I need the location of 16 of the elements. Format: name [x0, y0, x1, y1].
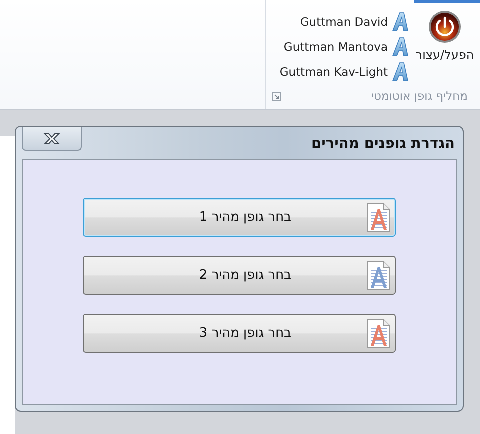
- dialog-title: הגדרת גופנים מהירים: [312, 135, 456, 152]
- font-item[interactable]: Guttman Kav-Light: [280, 62, 410, 82]
- font-item[interactable]: Guttman David: [280, 12, 410, 32]
- close-button[interactable]: [22, 127, 82, 151]
- font-a-icon: [392, 37, 410, 57]
- power-button[interactable]: הפעל/עצור: [410, 6, 480, 89]
- dialog-launcher-icon[interactable]: [272, 92, 281, 100]
- font-a-icon: [392, 62, 410, 82]
- font-a-icon: [392, 12, 410, 32]
- close-icon: [43, 132, 61, 144]
- quick-font-button[interactable]: בחר גופן מהיר 2: [83, 256, 396, 295]
- quick-font-button[interactable]: בחר גופן מהיר 3: [83, 314, 396, 353]
- quick-font-button[interactable]: בחר גופן מהיר 1: [83, 198, 396, 237]
- font-item[interactable]: Guttman Mantova: [280, 37, 410, 57]
- power-icon: [428, 10, 462, 44]
- group-label: מחליף גופן אוטומטי: [371, 89, 468, 103]
